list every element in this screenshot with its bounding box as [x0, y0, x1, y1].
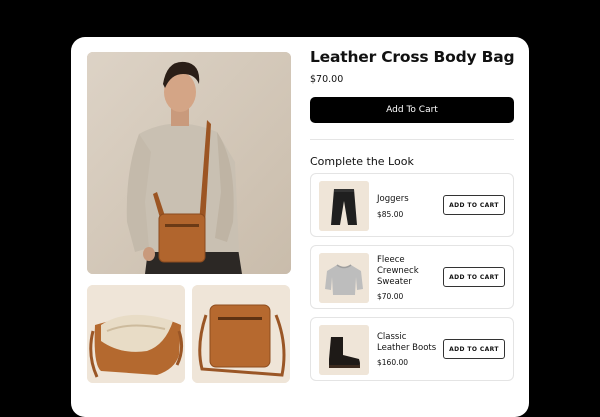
- product-price: $70.00: [310, 74, 344, 85]
- product-thumbnail-open[interactable]: [87, 285, 185, 383]
- boots-image[interactable]: [319, 325, 369, 375]
- joggers-image[interactable]: [319, 181, 369, 231]
- divider: [310, 139, 514, 140]
- product-title: Leather Cross Body Bag: [310, 48, 515, 66]
- recommendation-name: Fleece Crewneck Sweater: [377, 255, 419, 287]
- add-to-cart-button[interactable]: Add To Cart: [310, 97, 514, 123]
- recommendation-add-to-cart-button[interactable]: ADD TO CART: [443, 339, 505, 359]
- recommendation-add-to-cart-button[interactable]: ADD TO CART: [443, 267, 505, 287]
- sweater-image[interactable]: [319, 253, 369, 303]
- recommendation-item-boots: Classic Leather Boots $160.00 ADD TO CAR…: [310, 317, 514, 381]
- product-thumbnail-front[interactable]: [192, 285, 290, 383]
- recommendation-name: Classic Leather Boots: [377, 332, 437, 353]
- recommendation-name: Joggers: [377, 194, 409, 204]
- recommendation-item-sweater: Fleece Crewneck Sweater $70.00 ADD TO CA…: [310, 245, 514, 309]
- product-main-image[interactable]: [87, 52, 291, 274]
- recommendation-price: $70.00: [377, 292, 404, 301]
- complete-the-look-heading: Complete the Look: [310, 155, 414, 168]
- product-card: Leather Cross Body Bag $70.00 Add To Car…: [71, 37, 529, 417]
- recommendation-price: $85.00: [377, 210, 404, 219]
- recommendation-add-to-cart-button[interactable]: ADD TO CART: [443, 195, 505, 215]
- recommendation-price: $160.00: [377, 358, 409, 367]
- recommendation-item-joggers: Joggers $85.00 ADD TO CART: [310, 173, 514, 237]
